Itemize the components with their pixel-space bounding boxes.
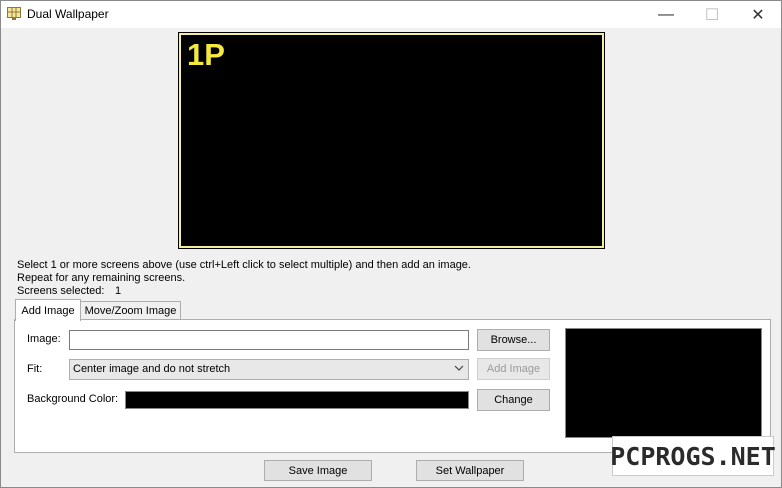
image-label: Image: [27, 333, 61, 345]
fit-select-value: Center image and do not stretch [73, 363, 231, 375]
screen-preview-1[interactable]: 1P [178, 32, 605, 249]
screens-selected-label: Screens selected: [17, 285, 105, 297]
tab-add-image[interactable]: Add Image [15, 299, 81, 321]
app-window: Dual Wallpaper — ☐ ✕ 1P Select 1 or more… [0, 0, 782, 488]
tab-move-zoom-image[interactable]: Move/Zoom Image [80, 301, 181, 320]
background-color-swatch [125, 391, 469, 409]
fit-select[interactable]: Center image and do not stretch [69, 359, 469, 380]
screens-selected-count: 1 [115, 285, 122, 297]
close-button[interactable]: ✕ [735, 1, 781, 28]
background-color-label: Background Color: [27, 393, 119, 405]
save-image-button[interactable]: Save Image [264, 460, 372, 481]
image-thumbnail [565, 328, 762, 438]
title-bar: Dual Wallpaper — ☐ ✕ [1, 1, 781, 28]
chevron-down-icon [454, 363, 464, 376]
watermark-logo: PCPROGS.NET [610, 436, 776, 476]
add-image-button[interactable]: Add Image [477, 358, 550, 380]
instruction-line-1: Select 1 or more screens above (use ctrl… [17, 259, 471, 271]
minimize-button[interactable]: — [643, 1, 689, 28]
image-path-input[interactable] [69, 330, 469, 350]
app-icon [7, 7, 21, 21]
window-title: Dual Wallpaper [27, 7, 109, 21]
set-wallpaper-button[interactable]: Set Wallpaper [416, 460, 524, 481]
browse-button[interactable]: Browse... [477, 329, 550, 351]
fit-label: Fit: [27, 363, 43, 375]
maximize-button[interactable]: ☐ [689, 1, 735, 28]
screen-label: 1P [187, 37, 225, 72]
instruction-line-2: Repeat for any remaining screens. [17, 272, 186, 284]
change-color-button[interactable]: Change [477, 389, 550, 411]
